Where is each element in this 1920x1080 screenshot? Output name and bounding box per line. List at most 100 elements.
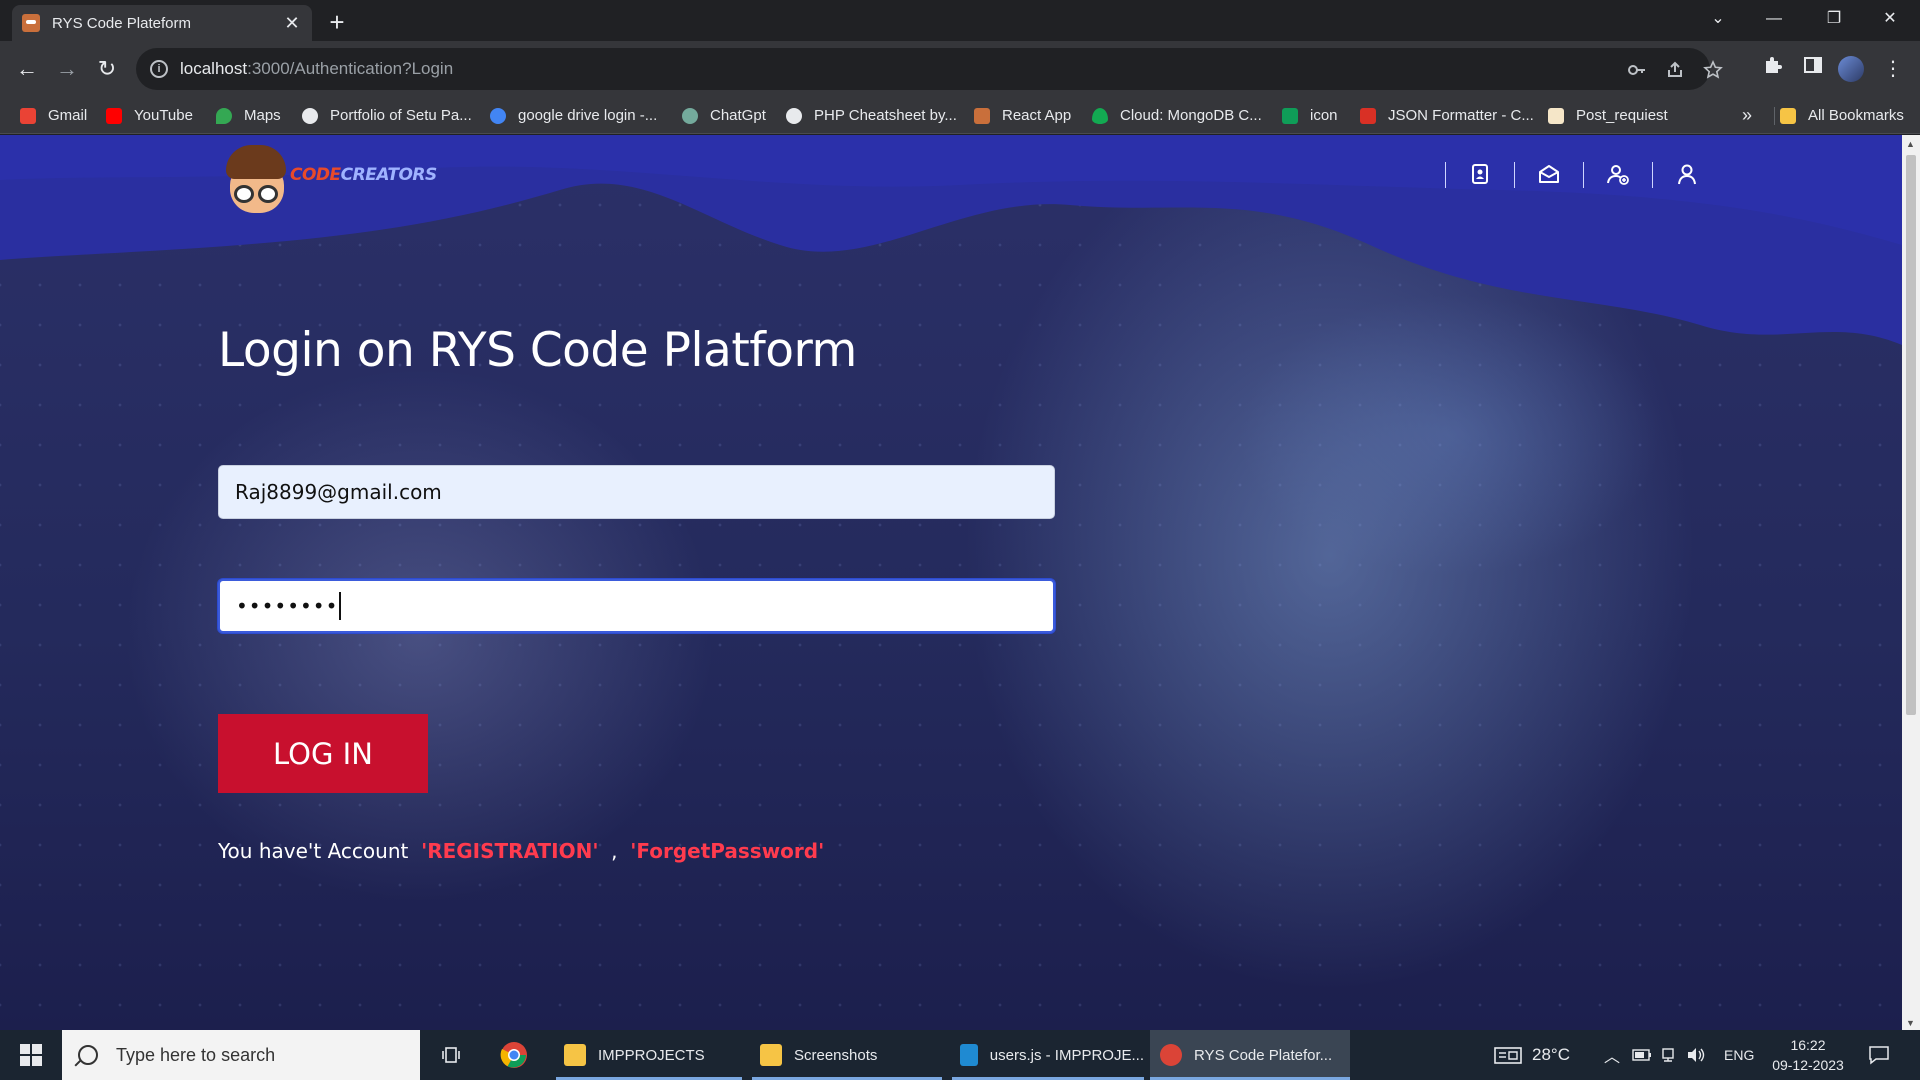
scroll-up-icon[interactable]: ▲	[1906, 139, 1915, 149]
search-placeholder: Type here to search	[116, 1044, 276, 1065]
maps-icon	[216, 107, 232, 124]
browser-toolbar: ← → ↻ i localhost:3000/Authentication?Lo…	[0, 41, 1920, 97]
login-page: CODECREATORS Login on RYS Code Platform …	[0, 135, 1902, 1030]
globe-icon	[302, 107, 318, 124]
tray-chevron-icon[interactable]: ︿	[1604, 1030, 1620, 1080]
bookmark-star-icon[interactable]	[1702, 60, 1724, 82]
bookmark-google-drive[interactable]: google drive login -...	[490, 97, 657, 134]
registration-link[interactable]: 'REGISTRATION'	[421, 839, 598, 863]
bookmark-post-request[interactable]: Post_requiest	[1548, 97, 1668, 134]
chrome-icon	[1160, 1044, 1182, 1066]
forward-button[interactable]: →	[52, 54, 82, 84]
tab-search-dropdown-icon[interactable]: ⌄	[1690, 0, 1746, 41]
folder-icon	[760, 1044, 782, 1066]
text-caret	[339, 592, 342, 620]
login-button[interactable]: LOG IN	[218, 714, 428, 793]
bookmark-mongodb[interactable]: Cloud: MongoDB C...	[1092, 97, 1262, 134]
scrollbar-thumb[interactable]	[1906, 155, 1916, 715]
folder-icon	[564, 1044, 586, 1066]
taskbar-app-screenshots[interactable]: Screenshots	[752, 1030, 942, 1080]
taskbar-app-chrome-rys[interactable]: RYS Code Platefor...	[1150, 1030, 1350, 1080]
url-path: :3000/Authentication?Login	[247, 59, 454, 78]
tab-bar: RYS Code Plateform ✕ + ⌄ — ❐ ✕	[0, 0, 1920, 41]
chatgpt-icon	[682, 107, 698, 124]
page-title: Login on RYS Code Platform	[218, 323, 857, 378]
language-indicator[interactable]: ENG	[1724, 1030, 1754, 1080]
tab-close-icon[interactable]: ✕	[282, 13, 302, 34]
network-icon[interactable]	[1660, 1030, 1676, 1080]
battery-icon[interactable]	[1632, 1030, 1652, 1080]
email-field[interactable]: Raj8899@gmail.com	[218, 465, 1055, 519]
profile-avatar-icon[interactable]	[1838, 56, 1864, 82]
react-app-icon	[974, 107, 990, 124]
forget-password-link[interactable]: 'ForgetPassword'	[630, 839, 824, 863]
search-icon	[78, 1045, 98, 1065]
browser-menu-icon[interactable]: ⋮	[1878, 54, 1908, 84]
postman-icon	[1548, 107, 1564, 124]
start-windows-icon[interactable]	[0, 1030, 62, 1080]
password-field[interactable]: ••••••••	[218, 579, 1055, 633]
back-button[interactable]: ←	[12, 54, 42, 84]
address-bar[interactable]: i localhost:3000/Authentication?Login	[136, 48, 1723, 90]
bookmark-gmail[interactable]: Gmail	[20, 97, 87, 134]
taskbar-app-impprojects[interactable]: IMPPROJECTS	[556, 1030, 742, 1080]
weather-temp: 28°C	[1532, 1045, 1570, 1064]
page-scrollbar[interactable]: ▲ ▼	[1902, 135, 1920, 1030]
globe-icon	[786, 107, 802, 124]
vscode-icon	[960, 1044, 978, 1066]
sheets-icon	[1282, 107, 1298, 124]
restore-button[interactable]: ❐	[1806, 0, 1862, 41]
mongodb-leaf-icon	[1092, 107, 1108, 124]
codecreators-logo[interactable]: CODECREATORS	[220, 139, 437, 219]
notification-icon[interactable]	[1868, 1030, 1890, 1080]
add-user-icon[interactable]	[1606, 163, 1630, 187]
minimize-button[interactable]: —	[1746, 0, 1802, 41]
bookmark-json-formatter[interactable]: JSON Formatter - C...	[1360, 97, 1534, 134]
bookmarks-overflow-button[interactable]: »	[1742, 97, 1752, 134]
bookmark-youtube[interactable]: YouTube	[106, 97, 193, 134]
google-icon	[490, 107, 506, 124]
all-bookmarks-folder[interactable]: All Bookmarks	[1780, 97, 1904, 134]
extensions-puzzle-icon[interactable]	[1758, 54, 1788, 84]
url-host: localhost	[180, 59, 248, 78]
taskbar-app-vscode[interactable]: users.js - IMPPROJE...	[952, 1030, 1144, 1080]
contact-card-icon[interactable]	[1468, 163, 1492, 187]
bookmark-icon[interactable]: icon	[1282, 97, 1338, 134]
weather-icon	[1494, 1047, 1522, 1064]
scroll-down-icon[interactable]: ▼	[1906, 1018, 1915, 1028]
folder-icon	[1780, 107, 1796, 124]
mail-open-icon[interactable]	[1537, 163, 1561, 187]
user-icon[interactable]	[1675, 163, 1699, 187]
site-info-icon[interactable]: i	[150, 60, 168, 78]
bookmarks-divider	[1774, 107, 1775, 125]
password-key-icon[interactable]	[1626, 60, 1648, 82]
gmail-icon	[20, 107, 36, 124]
close-window-button[interactable]: ✕	[1862, 0, 1918, 41]
clock-time: 16:22	[1790, 1037, 1826, 1053]
links-separator: ,	[611, 839, 618, 863]
header-nav	[1445, 160, 1721, 190]
windows-taskbar: Type here to search IMPPROJECTS Screensh…	[0, 1030, 1920, 1080]
system-clock[interactable]: 16:22 09-12-2023	[1764, 1035, 1852, 1075]
tab-rys-code[interactable]: RYS Code Plateform ✕	[12, 5, 312, 41]
logo-text: CODECREATORS	[290, 165, 437, 185]
logo-mascot-icon	[220, 143, 294, 215]
site-favicon-icon	[22, 14, 40, 32]
reload-button[interactable]: ↻	[92, 54, 122, 84]
youtube-icon	[106, 107, 122, 124]
bookmark-portfolio[interactable]: Portfolio of Setu Pa...	[302, 97, 472, 134]
account-links: You have't Account 'REGISTRATION' , 'For…	[218, 839, 824, 863]
bookmark-maps[interactable]: Maps	[216, 97, 281, 134]
chrome-taskbar-icon[interactable]	[496, 1030, 532, 1080]
side-panel-icon[interactable]	[1798, 54, 1828, 84]
bookmark-chatgpt[interactable]: ChatGpt	[682, 97, 766, 134]
new-tab-button[interactable]: +	[322, 8, 352, 38]
bookmark-react-app[interactable]: React App	[974, 97, 1071, 134]
weather-widget[interactable]: 28°C	[1494, 1030, 1570, 1080]
task-view-icon[interactable]	[434, 1030, 470, 1080]
volume-icon[interactable]	[1686, 1030, 1706, 1080]
tab-title: RYS Code Plateform	[52, 14, 191, 32]
bookmark-php-cheatsheet[interactable]: PHP Cheatsheet by...	[786, 97, 957, 134]
taskbar-search-box[interactable]: Type here to search	[62, 1030, 420, 1080]
share-icon[interactable]	[1664, 60, 1686, 82]
